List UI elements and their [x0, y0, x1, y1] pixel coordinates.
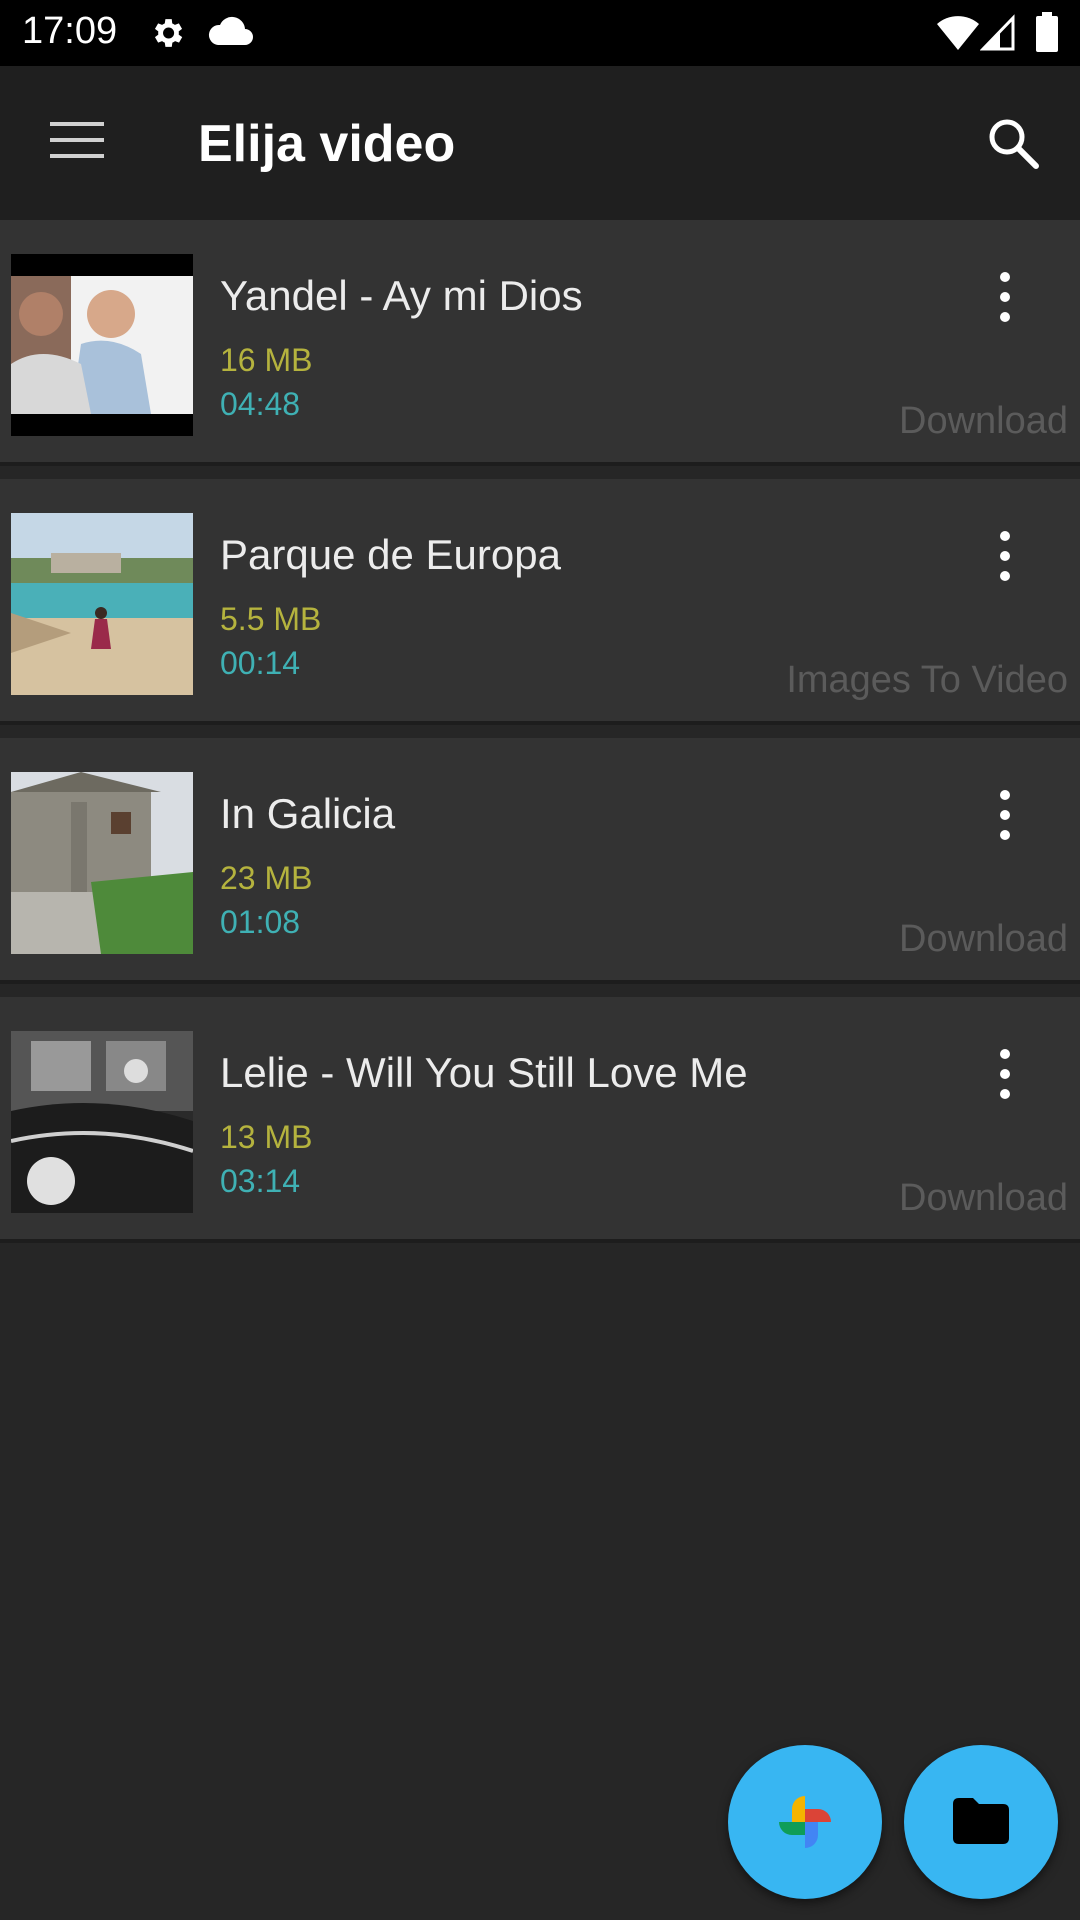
signal-icon — [980, 14, 1015, 51]
video-size: 13 MB — [220, 1119, 313, 1155]
video-thumbnail — [11, 513, 193, 695]
more-vert-icon[interactable] — [990, 788, 1020, 842]
search-icon[interactable] — [986, 116, 1040, 170]
video-item[interactable]: In Galicia 23 MB 01:08 Download — [0, 738, 1080, 984]
app-toolbar: Elija video — [0, 66, 1080, 220]
video-size: 5.5 MB — [220, 601, 322, 637]
wifi-icon — [937, 16, 979, 50]
gear-icon — [154, 19, 183, 47]
video-size: 23 MB — [220, 860, 313, 896]
video-item[interactable]: Yandel - Ay mi Dios 16 MB 04:48 Download — [0, 220, 1080, 466]
video-size: 16 MB — [220, 342, 313, 378]
video-duration: 04:48 — [220, 386, 301, 422]
video-title: Parque de Europa — [220, 531, 561, 578]
menu-icon[interactable] — [50, 120, 104, 160]
cloud-icon — [208, 16, 253, 45]
video-source-folder: Download — [899, 918, 1068, 960]
video-item[interactable]: Lelie - Will You Still Love Me 13 MB 03:… — [0, 997, 1080, 1243]
video-title: Yandel - Ay mi Dios — [220, 272, 583, 319]
status-bar: 17:09 — [0, 0, 1080, 66]
video-duration: 00:14 — [220, 645, 301, 681]
video-duration: 03:14 — [220, 1163, 301, 1199]
video-thumbnail — [11, 772, 193, 954]
video-thumbnail — [11, 254, 193, 436]
open-folder-button[interactable] — [904, 1745, 1058, 1899]
folder-icon — [953, 1798, 1009, 1844]
battery-icon — [1036, 12, 1058, 52]
more-vert-icon[interactable] — [990, 529, 1020, 583]
status-time: 17:09 — [22, 10, 118, 52]
google-photos-icon — [779, 1796, 831, 1848]
google-photos-button[interactable] — [728, 1745, 882, 1899]
video-item[interactable]: Parque de Europa 5.5 MB 00:14 Images To … — [0, 479, 1080, 725]
video-title: In Galicia — [220, 790, 396, 837]
video-source-folder: Download — [899, 400, 1068, 442]
video-duration: 01:08 — [220, 904, 301, 940]
more-vert-icon[interactable] — [990, 1047, 1020, 1101]
video-title: Lelie - Will You Still Love Me — [220, 1049, 748, 1096]
page-title: Elija video — [198, 115, 456, 173]
more-vert-icon[interactable] — [990, 270, 1020, 324]
video-thumbnail — [11, 1031, 193, 1213]
video-source-folder: Images To Video — [786, 659, 1068, 701]
video-source-folder: Download — [899, 1177, 1068, 1219]
